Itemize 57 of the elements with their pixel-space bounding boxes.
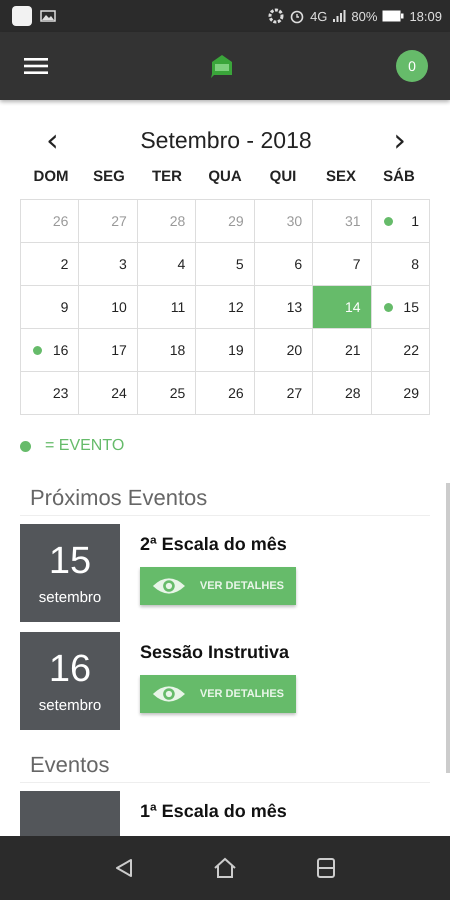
event-title: 2ª Escala do mês <box>140 534 288 555</box>
alarm-clock-icon <box>289 8 306 24</box>
weekday-label: QUA <box>207 168 243 185</box>
day-cell[interactable]: 11 <box>138 286 196 329</box>
day-cell[interactable]: 20 <box>254 329 314 372</box>
day-cell[interactable]: 15 <box>372 286 430 329</box>
previous-month-button[interactable]: ‹ <box>40 126 65 154</box>
network-type: 4G <box>310 8 328 24</box>
date-tile: 16 setembro <box>20 632 120 730</box>
weekday-label: DOM <box>32 168 70 185</box>
day-cell[interactable]: 6 <box>254 243 314 286</box>
clock-time: 18:09 <box>409 8 442 24</box>
day-cell[interactable]: 12 <box>196 286 255 329</box>
next-month-button[interactable]: › <box>387 126 412 154</box>
signal-icon <box>332 9 346 23</box>
day-cell[interactable]: 9 <box>21 286 80 329</box>
day-cell[interactable]: 3 <box>79 243 138 286</box>
section-title: Eventos <box>20 742 430 783</box>
home-icon[interactable] <box>213 857 237 879</box>
battery-percent: 80% <box>351 8 378 24</box>
date-tile: 15 setembro <box>20 524 120 622</box>
day-cell[interactable]: 4 <box>138 243 196 286</box>
month-title: Setembro - 2018 <box>140 126 312 154</box>
weekday-label: SÁB <box>382 168 416 185</box>
event-title: 1ª Escala do mês <box>140 801 287 822</box>
day-cell[interactable]: 24 <box>79 372 138 415</box>
legend-label: = EVENTO <box>45 437 124 455</box>
recent-apps-icon[interactable] <box>315 857 337 879</box>
image-icon <box>40 10 56 22</box>
weekday-label: SEX <box>324 168 357 185</box>
day-cell[interactable]: 5 <box>196 243 255 286</box>
battery-icon <box>382 10 404 22</box>
day-cell[interactable]: 23 <box>21 372 80 415</box>
day-cell[interactable]: 27 <box>254 372 314 415</box>
day-cell[interactable]: 22 <box>372 329 430 372</box>
day-cell[interactable]: 21 <box>313 329 372 372</box>
day-cell[interactable]: 25 <box>138 372 196 415</box>
section-title: Próximos Eventos <box>20 475 430 516</box>
sync-icon <box>268 8 284 24</box>
day-cell[interactable]: 17 <box>79 329 138 372</box>
back-icon[interactable] <box>113 857 135 879</box>
weekday-label: SEG <box>92 168 126 185</box>
day-cell[interactable]: 19 <box>196 329 255 372</box>
weekday-label: QUI <box>268 168 298 185</box>
day-cell[interactable]: 8 <box>372 243 430 286</box>
day-cell[interactable]: 10 <box>79 286 138 329</box>
menu-icon[interactable] <box>24 57 48 75</box>
day-cell[interactable]: 29 <box>372 372 430 415</box>
day-cell[interactable]: 18 <box>138 329 196 372</box>
event-dot <box>20 440 31 452</box>
day-cell[interactable]: 26 <box>196 372 255 415</box>
event-title: Sessão Instrutiva <box>140 642 290 663</box>
day-cell[interactable]: 1 <box>372 200 430 243</box>
day-cell[interactable]: 2 <box>21 243 80 286</box>
day-cell[interactable]: 28 <box>313 372 372 415</box>
day-cell[interactable]: 16 <box>21 329 80 372</box>
weekday-label: TER <box>151 168 183 185</box>
